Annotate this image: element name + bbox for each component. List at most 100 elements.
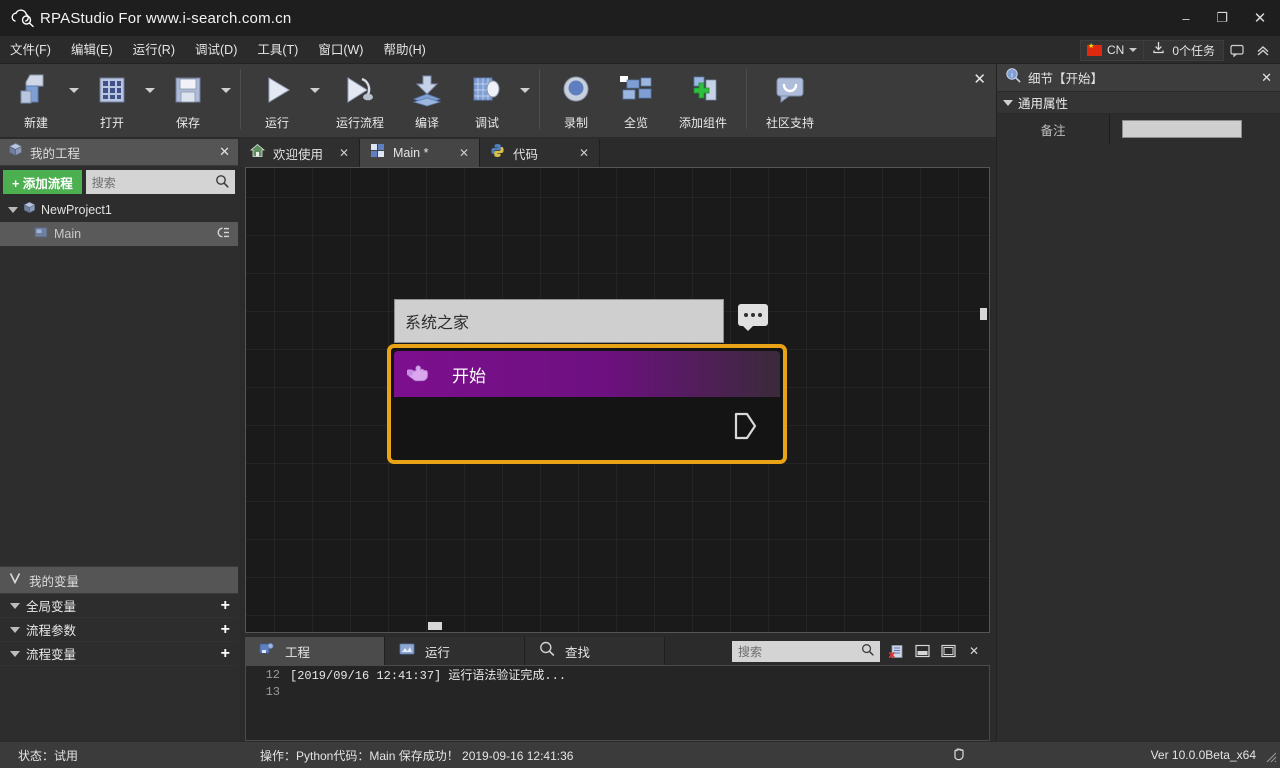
run-button[interactable]: 运行 [247, 64, 307, 134]
resize-grip-icon[interactable] [1263, 749, 1277, 766]
add-flow-param-button[interactable]: + [221, 622, 230, 638]
tab-welcome[interactable]: 欢迎使用 ✕ [240, 139, 360, 167]
open-button-label: 打开 [100, 114, 124, 131]
chevron-down-icon[interactable] [10, 603, 20, 609]
chevron-down-icon[interactable] [1003, 100, 1013, 106]
overview-button-label: 全览 [624, 114, 648, 131]
console-line: 13 [246, 683, 989, 700]
run-flow-button[interactable]: 运行流程 [323, 64, 397, 134]
project-panel-close-icon[interactable]: ✕ [219, 144, 230, 160]
left-sidebar: 我的工程 ✕ + 添加流程 搜索 [0, 139, 238, 741]
output-search-input[interactable]: 搜索 [738, 643, 762, 660]
overview-button[interactable]: 全览 [606, 64, 666, 134]
debug-dropdown-arrow[interactable] [517, 64, 533, 134]
toolbar-group-run: 运行 运行流程 [247, 64, 533, 136]
output-tab-run[interactable]: 运行 [385, 637, 525, 665]
message-icon[interactable] [1224, 38, 1250, 62]
comment-node[interactable]: 系统之家 [394, 299, 724, 343]
open-dropdown-arrow[interactable] [142, 64, 158, 134]
menu-debug[interactable]: 调试(D) [185, 36, 247, 64]
menu-window[interactable]: 窗口(W) [308, 36, 373, 64]
console-line-number: 13 [246, 685, 290, 699]
close-button[interactable]: ✕ [1240, 0, 1280, 36]
dock-bottom-icon[interactable] [912, 642, 932, 660]
pointing-hand-icon [406, 359, 436, 389]
add-global-variable-button[interactable]: + [221, 598, 230, 614]
menu-help[interactable]: 帮助(H) [373, 36, 435, 64]
new-dropdown-arrow[interactable] [66, 64, 82, 134]
close-panel-icon[interactable]: ✕ [964, 642, 984, 660]
add-flow-variable-button[interactable]: + [221, 646, 230, 662]
chevron-down-icon[interactable] [10, 651, 20, 657]
flow-canvas-grid[interactable]: 系统之家 [246, 168, 989, 632]
open-button[interactable]: 打开 [82, 64, 142, 134]
details-row-divider [1109, 114, 1110, 144]
task-status[interactable]: 0个任务 [1144, 40, 1224, 61]
tab-close-icon[interactable]: ✕ [459, 146, 469, 160]
canvas-vertical-scroll-handle[interactable] [980, 308, 987, 320]
clear-output-icon[interactable] [886, 642, 906, 660]
menu-edit[interactable]: 编辑(E) [61, 36, 123, 64]
tree-item-newproject1[interactable]: NewProject1 [0, 198, 238, 222]
variables-group-global[interactable]: 全局变量 + [0, 594, 238, 618]
chevron-down-icon[interactable] [10, 627, 20, 633]
tab-close-icon[interactable]: ✕ [339, 146, 349, 160]
remark-input[interactable] [1122, 120, 1242, 138]
menu-file[interactable]: 文件(F) [0, 36, 61, 64]
chevron-down-icon[interactable] [8, 207, 18, 213]
search-icon[interactable] [861, 643, 874, 659]
toolbar-close-button[interactable]: ✕ [973, 70, 986, 88]
minimize-button[interactable]: – [1168, 0, 1204, 36]
details-panel-title: 细节【开始】 [1028, 68, 1103, 87]
record-button[interactable]: 录制 [546, 64, 606, 134]
flow-link-icon[interactable] [216, 226, 230, 242]
canvas-horizontal-scroll-handle[interactable] [428, 622, 442, 630]
flow-canvas-container[interactable]: 系统之家 [245, 167, 990, 633]
comment-node-options-button[interactable] [738, 304, 768, 326]
project-search-box[interactable]: 搜索 [86, 170, 235, 194]
add-component-button[interactable]: 添加组件 [666, 64, 740, 134]
new-button[interactable]: 新建 [6, 64, 66, 134]
dot [744, 313, 748, 317]
menu-bar-right: CN 0个任务 [1080, 36, 1276, 64]
tab-code[interactable]: 代码 ✕ [480, 139, 600, 167]
chevron-down-icon [1129, 48, 1137, 52]
save-disk-icon [168, 70, 208, 112]
debug-icon [467, 70, 507, 112]
compile-button[interactable]: 编译 [397, 64, 457, 134]
chevron-up-icon[interactable] [1250, 38, 1276, 62]
add-flow-button[interactable]: + 添加流程 [3, 170, 82, 194]
variables-group-flow-vars[interactable]: 流程变量 + [0, 642, 238, 666]
editor-tab-bar: 欢迎使用 ✕ Main * ✕ [240, 139, 996, 167]
start-node-header[interactable]: 开始 [394, 351, 780, 397]
start-node-title: 开始 [452, 362, 486, 387]
details-panel-close-icon[interactable]: ✕ [1261, 70, 1272, 86]
details-group-general[interactable]: 通用属性 [997, 92, 1280, 114]
output-tab-find[interactable]: 查找 [525, 637, 665, 665]
maximize-panel-icon[interactable] [938, 642, 958, 660]
run-dropdown-arrow[interactable] [307, 64, 323, 134]
status-operation-label: 操作：Python代码：Main 保存成功！ 2019-09-16 12:41:… [260, 747, 573, 764]
community-support-button[interactable]: 社区支持 [753, 64, 827, 134]
variables-group-flow-params[interactable]: 流程参数 + [0, 618, 238, 642]
run-flow-button-label: 运行流程 [336, 114, 384, 131]
save-dropdown-arrow[interactable] [218, 64, 234, 134]
project-search-input[interactable]: 搜索 [92, 174, 116, 191]
save-button[interactable]: 保存 [158, 64, 218, 134]
tree-item-main[interactable]: Main [0, 222, 238, 246]
maximize-button[interactable]: ❐ [1204, 0, 1240, 36]
toolbar-group-file: 新建 打开 [6, 64, 234, 136]
tab-close-icon[interactable]: ✕ [579, 146, 589, 160]
debug-button[interactable]: 调试 [457, 64, 517, 134]
tab-main[interactable]: Main * ✕ [360, 139, 480, 167]
language-selector[interactable]: CN [1080, 40, 1144, 61]
output-tab-project[interactable]: 工程 [245, 637, 385, 665]
menu-run[interactable]: 运行(R) [123, 36, 185, 64]
start-node[interactable]: 开始 [387, 344, 787, 464]
output-search-box[interactable]: 搜索 [732, 641, 880, 662]
output-port-icon[interactable] [732, 411, 758, 446]
comment-node-text[interactable]: 系统之家 [405, 309, 469, 333]
menu-tools[interactable]: 工具(T) [247, 36, 308, 64]
search-icon[interactable] [215, 174, 229, 191]
console-output[interactable]: 12 [2019/09/16 12:41:37] 运行语法验证完成... 13 [245, 665, 990, 741]
